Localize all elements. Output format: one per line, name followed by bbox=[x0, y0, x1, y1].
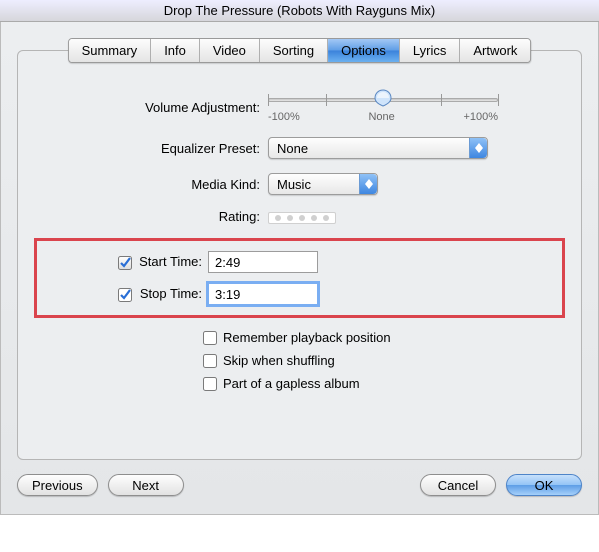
remember-checkbox[interactable] bbox=[203, 331, 217, 345]
tab-options[interactable]: Options bbox=[328, 39, 400, 62]
tab-info[interactable]: Info bbox=[151, 39, 200, 62]
volume-row: Volume Adjustment: bbox=[38, 91, 561, 123]
volume-label: Volume Adjustment: bbox=[38, 100, 268, 115]
media-kind-value: Music bbox=[277, 177, 359, 192]
rating-label: Rating: bbox=[38, 209, 268, 224]
cancel-button[interactable]: Cancel bbox=[420, 474, 496, 496]
tab-summary[interactable]: Summary bbox=[69, 39, 152, 62]
rating-row: Rating: bbox=[38, 209, 561, 224]
time-highlight-box: Start Time: Stop Time: bbox=[34, 238, 565, 318]
stop-time-row: Stop Time: bbox=[45, 283, 554, 305]
stop-time-input[interactable] bbox=[208, 283, 318, 305]
eq-popup[interactable]: None bbox=[268, 137, 488, 159]
rating-dot-icon bbox=[311, 215, 317, 221]
tab-container: Summary Info Video Sorting Options Lyric… bbox=[17, 50, 582, 460]
start-time-input[interactable] bbox=[208, 251, 318, 273]
rating-dot-icon bbox=[323, 215, 329, 221]
media-kind-label: Media Kind: bbox=[38, 177, 268, 192]
window-title: Drop The Pressure (Robots With Rayguns M… bbox=[164, 3, 435, 18]
rating-dot-icon bbox=[287, 215, 293, 221]
skip-checkbox[interactable] bbox=[203, 354, 217, 368]
window-body: Summary Info Video Sorting Options Lyric… bbox=[0, 22, 599, 515]
rating-control[interactable] bbox=[268, 212, 336, 224]
start-time-label: Start Time: bbox=[139, 254, 202, 269]
window-titlebar: Drop The Pressure (Robots With Rayguns M… bbox=[0, 0, 599, 22]
volume-slider[interactable]: -100% None +100% bbox=[268, 91, 498, 123]
previous-button[interactable]: Previous bbox=[17, 474, 98, 496]
gapless-checkbox[interactable] bbox=[203, 377, 217, 391]
tab-bar: Summary Info Video Sorting Options Lyric… bbox=[68, 38, 532, 63]
eq-row: Equalizer Preset: None bbox=[38, 137, 561, 159]
updown-arrows-icon bbox=[359, 174, 377, 194]
remember-label: Remember playback position bbox=[223, 330, 391, 345]
updown-arrows-icon bbox=[469, 138, 487, 158]
skip-label: Skip when shuffling bbox=[223, 353, 335, 368]
slider-tick-right: +100% bbox=[463, 111, 498, 123]
stop-time-checkbox[interactable] bbox=[118, 288, 132, 302]
option-checklist: Remember playback position Skip when shu… bbox=[203, 330, 561, 391]
info-window: Drop The Pressure (Robots With Rayguns M… bbox=[0, 0, 599, 515]
slider-tick-center: None bbox=[368, 111, 394, 123]
media-kind-popup[interactable]: Music bbox=[268, 173, 378, 195]
tab-artwork[interactable]: Artwork bbox=[460, 39, 530, 62]
tab-sorting[interactable]: Sorting bbox=[260, 39, 328, 62]
slider-tick-left: -100% bbox=[268, 111, 300, 123]
gapless-label: Part of a gapless album bbox=[223, 376, 360, 391]
media-kind-row: Media Kind: Music bbox=[38, 173, 561, 195]
rating-dot-icon bbox=[299, 215, 305, 221]
start-time-row: Start Time: bbox=[45, 251, 554, 273]
start-time-checkbox[interactable] bbox=[118, 256, 132, 270]
ok-button[interactable]: OK bbox=[506, 474, 582, 496]
tab-video[interactable]: Video bbox=[200, 39, 260, 62]
button-bar: Previous Next Cancel OK bbox=[17, 474, 582, 496]
eq-label: Equalizer Preset: bbox=[38, 141, 268, 156]
eq-value: None bbox=[277, 141, 469, 156]
tab-lyrics[interactable]: Lyrics bbox=[400, 39, 460, 62]
slider-thumb-icon[interactable] bbox=[374, 89, 392, 107]
next-button[interactable]: Next bbox=[108, 474, 184, 496]
rating-dot-icon bbox=[275, 215, 281, 221]
stop-time-label: Stop Time: bbox=[140, 286, 202, 301]
